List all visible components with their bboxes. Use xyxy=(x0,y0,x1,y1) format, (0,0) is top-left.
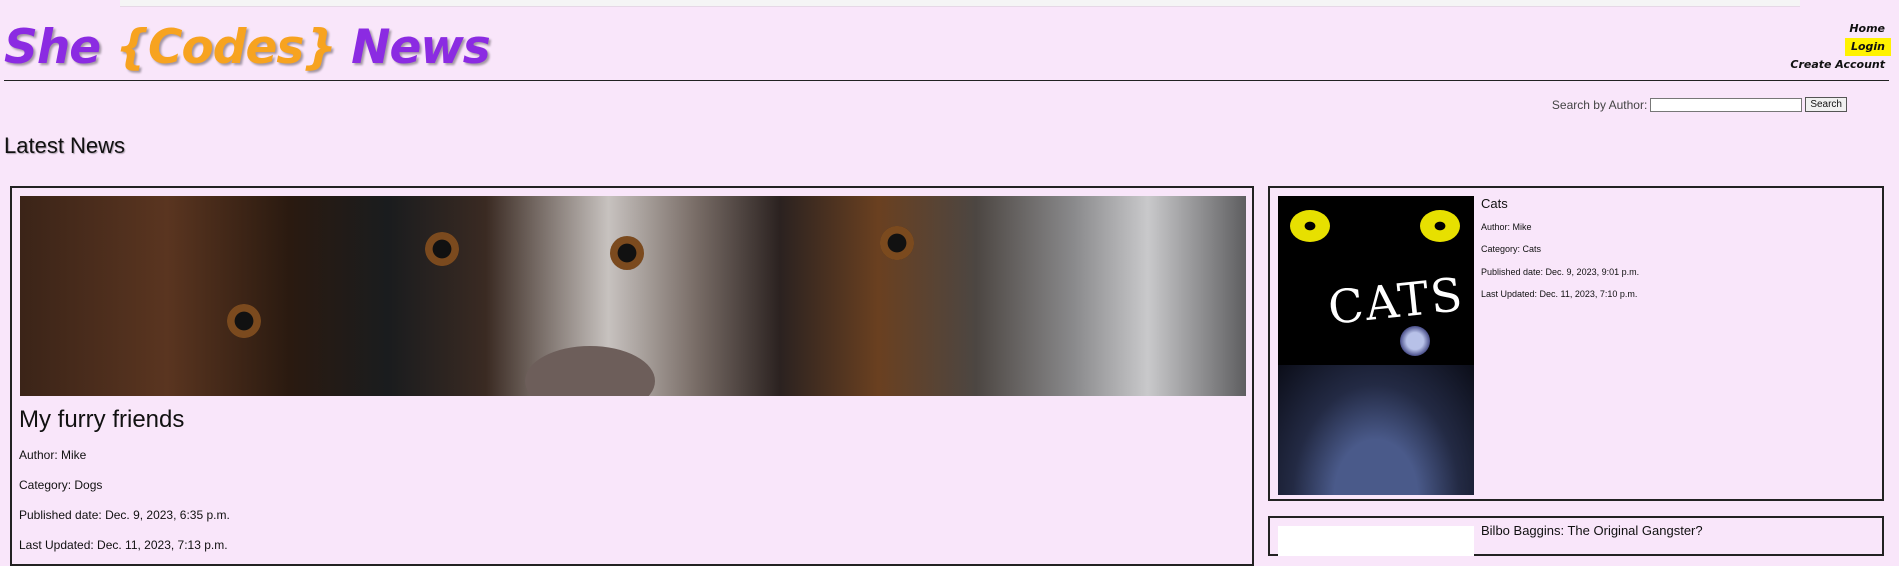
cats-article-image[interactable]: CATS xyxy=(1278,196,1474,495)
cats-article-author: Author: Mike xyxy=(1481,222,1532,232)
featured-article-card[interactable]: My furry friends Author: Mike Category: … xyxy=(10,186,1254,566)
page-heading: Latest News xyxy=(4,133,126,158)
dog-eye-right xyxy=(880,226,914,260)
featured-article-category: Category: Dogs xyxy=(19,478,103,492)
nav-home-link[interactable]: Home xyxy=(1843,20,1891,38)
featured-article-updated: Last Updated: Dec. 11, 2023, 7:13 p.m. xyxy=(19,538,228,552)
nav-login-link[interactable]: Login xyxy=(1844,38,1891,56)
featured-article-image[interactable] xyxy=(20,196,1246,396)
site-logo[interactable]: She {Codes} News xyxy=(4,20,491,75)
featured-article-title[interactable]: My furry friends xyxy=(19,406,184,434)
dog-eye-center-right xyxy=(610,236,644,270)
search-button[interactable]: Search xyxy=(1805,97,1847,112)
logo-news: News xyxy=(351,20,491,75)
author-search-form: Search by Author: Search xyxy=(1552,97,1847,112)
dog-eye-left xyxy=(227,304,261,338)
main-nav: Home Login Create Account xyxy=(1781,20,1891,74)
cats-article-published: Published date: Dec. 9, 2023, 9:01 p.m. xyxy=(1481,267,1640,277)
cat-eye-left xyxy=(1290,210,1330,242)
logo-she: She xyxy=(4,20,101,75)
search-author-input[interactable] xyxy=(1650,97,1803,112)
dog-eye-center-left xyxy=(425,232,459,266)
logo-codes: {Codes} xyxy=(115,20,337,75)
dog-nose xyxy=(525,346,655,396)
article-card-cats[interactable]: CATS Cats Author: Mike Category: Cats Pu… xyxy=(1268,186,1884,501)
site-header: She {Codes} News Home Login Create Accou… xyxy=(0,6,1899,81)
cast-graphic xyxy=(1278,365,1474,495)
cats-image-title: CATS xyxy=(1325,267,1467,335)
bilbo-article-image[interactable] xyxy=(1278,526,1474,556)
cats-article-title[interactable]: Cats xyxy=(1481,196,1508,211)
featured-article-published: Published date: Dec. 9, 2023, 6:35 p.m. xyxy=(19,508,230,522)
nav-create-account-link[interactable]: Create Account xyxy=(1784,56,1891,74)
search-label: Search by Author: xyxy=(1551,97,1648,112)
featured-article-author: Author: Mike xyxy=(19,448,87,462)
header-divider xyxy=(4,80,1889,81)
cat-eye-right xyxy=(1420,210,1460,242)
bilbo-article-title[interactable]: Bilbo Baggins: The Original Gangster? xyxy=(1481,523,1703,538)
article-card-bilbo[interactable]: Bilbo Baggins: The Original Gangster? xyxy=(1268,516,1884,556)
cats-article-updated: Last Updated: Dec. 11, 2023, 7:10 p.m. xyxy=(1481,289,1638,299)
cats-article-category: Category: Cats xyxy=(1481,244,1542,254)
moon-graphic xyxy=(1400,326,1430,356)
